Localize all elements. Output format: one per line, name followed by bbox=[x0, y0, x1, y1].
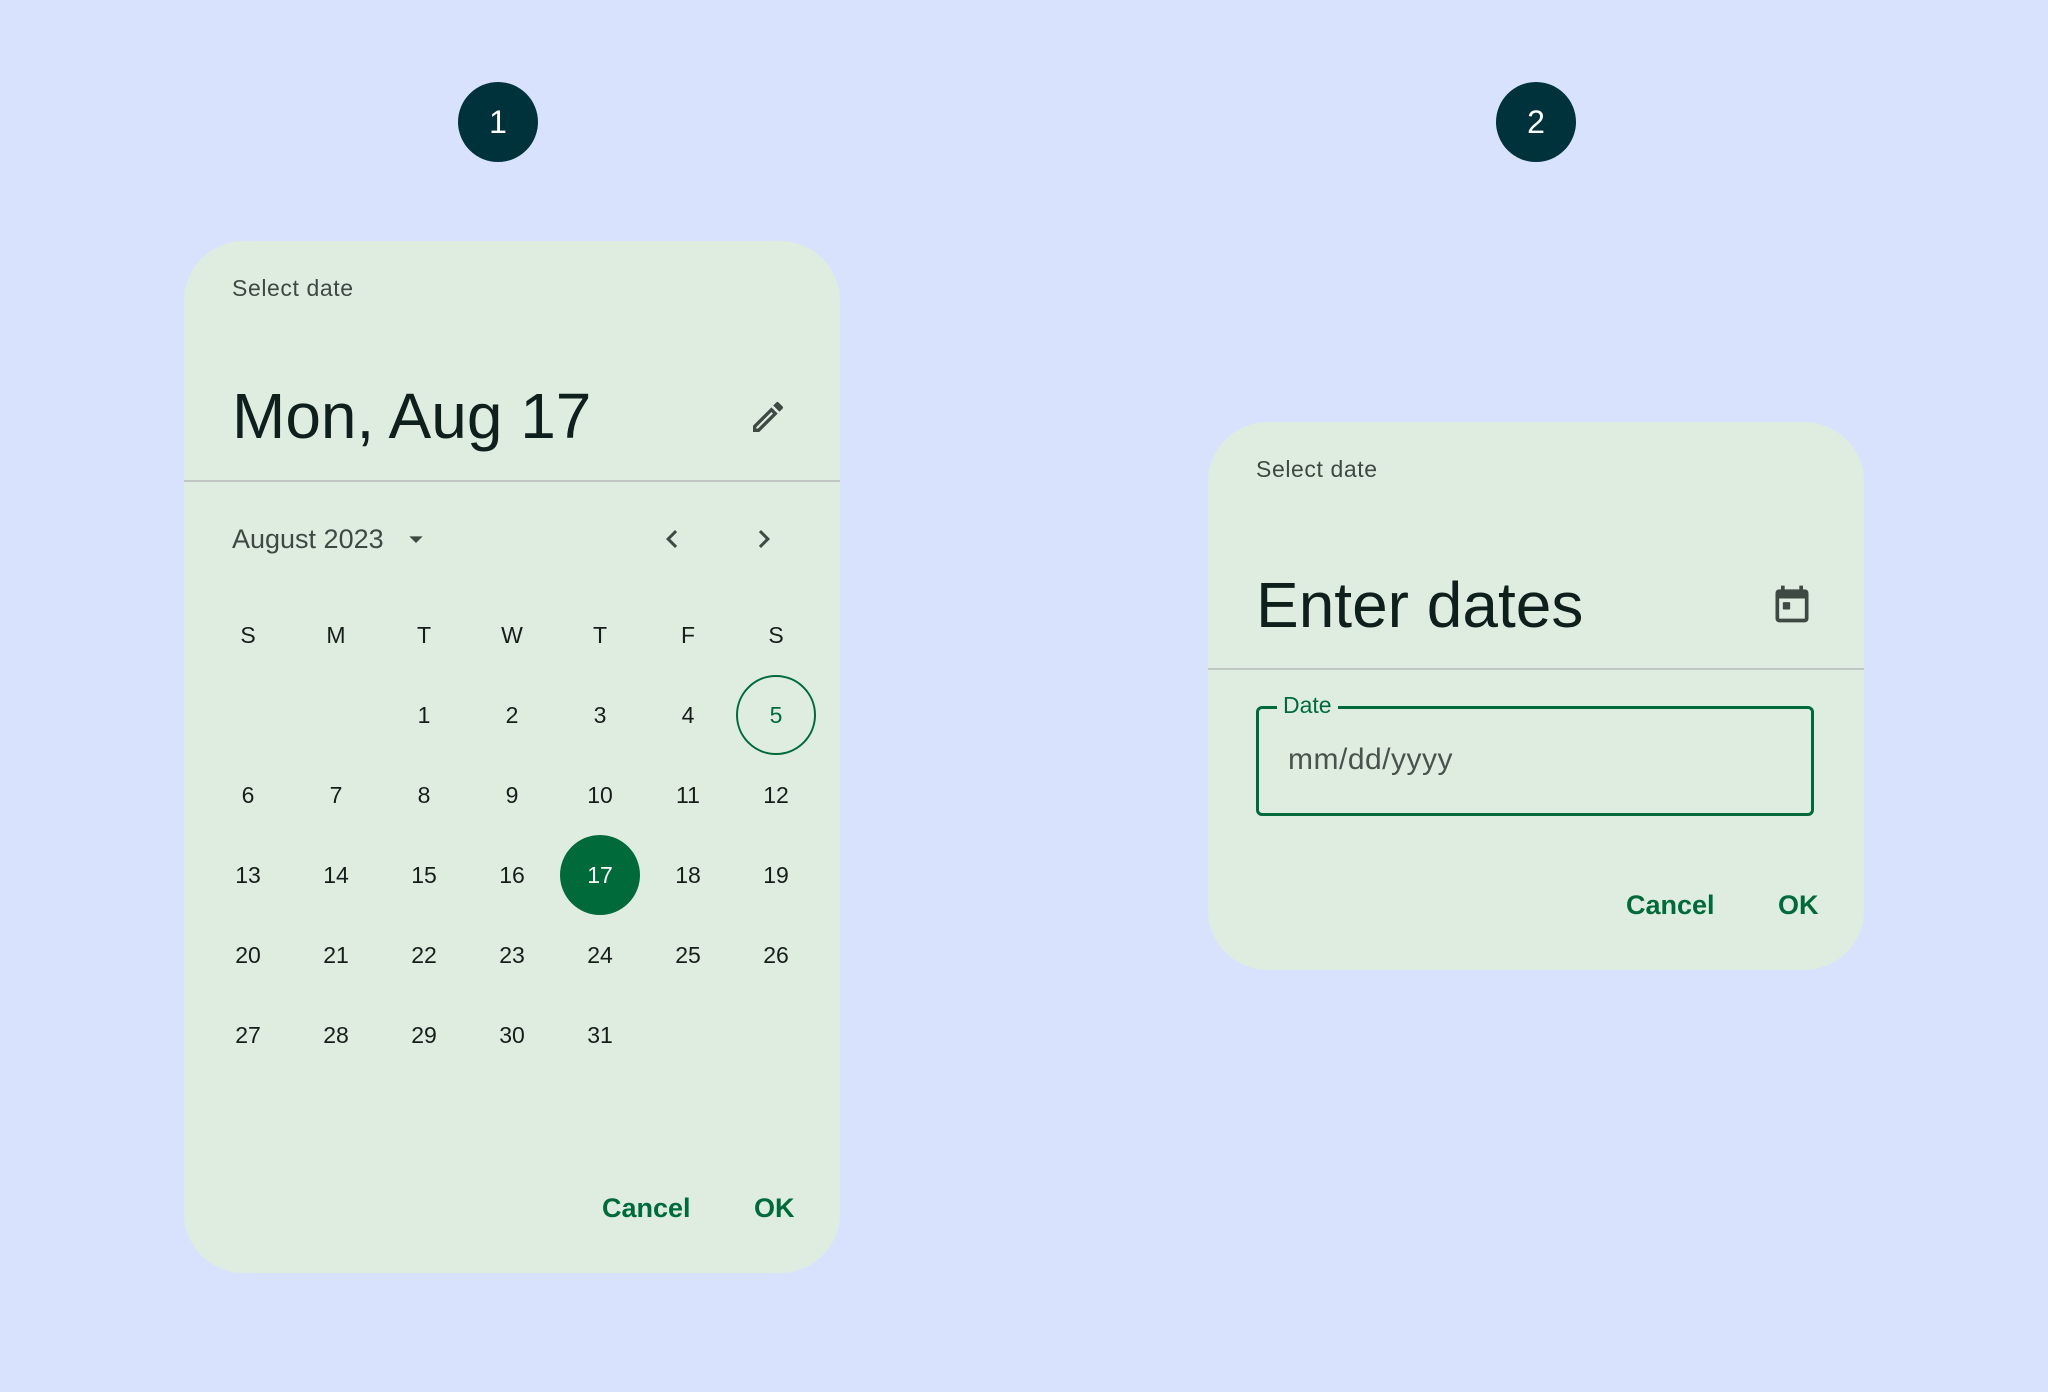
day-cell[interactable]: 29 bbox=[384, 995, 464, 1075]
calendar-icon bbox=[1775, 585, 1809, 623]
weekday-header: T bbox=[592, 621, 608, 648]
day-cell[interactable]: 14 bbox=[296, 835, 376, 915]
chevron-right-icon bbox=[758, 530, 770, 548]
ok-button[interactable]: OK bbox=[1778, 890, 1819, 921]
day-cell[interactable]: 7 bbox=[296, 755, 376, 835]
day-cell[interactable]: 3 bbox=[560, 675, 640, 755]
pencil-icon bbox=[753, 401, 784, 432]
date-field[interactable]: Date mm/dd/yyyy bbox=[1256, 692, 1814, 816]
edit-mode-button[interactable] bbox=[736, 385, 800, 449]
day-cell[interactable]: 28 bbox=[296, 995, 376, 1075]
weekday-header: S bbox=[768, 621, 784, 648]
dialog-title: Select date bbox=[232, 275, 354, 301]
day-cell[interactable]: 26 bbox=[736, 915, 816, 995]
day-cell-today[interactable]: 5 bbox=[736, 675, 816, 755]
weekday-header: M bbox=[326, 621, 346, 648]
cancel-button[interactable]: Cancel bbox=[602, 1193, 691, 1224]
step-badge-1-label: 1 bbox=[489, 103, 507, 140]
header-divider bbox=[184, 480, 840, 482]
cancel-button[interactable]: Cancel bbox=[1626, 890, 1715, 921]
chevron-left-icon bbox=[666, 530, 678, 548]
day-cell[interactable]: 1 bbox=[384, 675, 464, 755]
dialog-title: Select date bbox=[1256, 456, 1378, 482]
month-year-dropdown[interactable]: August 2023 bbox=[232, 519, 432, 559]
day-cell[interactable]: 13 bbox=[208, 835, 288, 915]
day-cell[interactable]: 16 bbox=[472, 835, 552, 915]
day-cell[interactable]: 2 bbox=[472, 675, 552, 755]
day-cell[interactable]: 31 bbox=[560, 995, 640, 1075]
day-cell[interactable]: 4 bbox=[648, 675, 728, 755]
day-cell[interactable]: 22 bbox=[384, 915, 464, 995]
day-cell[interactable]: 11 bbox=[648, 755, 728, 835]
day-cell[interactable]: 21 bbox=[296, 915, 376, 995]
day-cell[interactable]: 15 bbox=[384, 835, 464, 915]
month-year-label: August 2023 bbox=[232, 523, 384, 554]
calendar-mode-button[interactable] bbox=[1760, 572, 1824, 636]
day-cell[interactable]: 19 bbox=[736, 835, 816, 915]
weekday-header: S bbox=[240, 621, 256, 648]
next-month-button[interactable] bbox=[740, 515, 788, 563]
step-badge-2-label: 2 bbox=[1527, 103, 1545, 140]
header-divider bbox=[1208, 668, 1864, 670]
dropdown-arrow-icon bbox=[408, 536, 423, 543]
day-cell[interactable]: 8 bbox=[384, 755, 464, 835]
weekday-header: F bbox=[680, 621, 696, 648]
date-picker-dialog-input: Select date Enter dates Date mm/dd/yyyy … bbox=[1208, 422, 1864, 970]
day-cell[interactable]: 25 bbox=[648, 915, 728, 995]
previous-month-button[interactable] bbox=[648, 515, 696, 563]
day-cell[interactable]: 23 bbox=[472, 915, 552, 995]
day-cell[interactable]: 18 bbox=[648, 835, 728, 915]
day-cell[interactable]: 27 bbox=[208, 995, 288, 1075]
day-cell[interactable]: 20 bbox=[208, 915, 288, 995]
day-cell[interactable]: 9 bbox=[472, 755, 552, 835]
day-cell[interactable]: 10 bbox=[560, 755, 640, 835]
ok-button[interactable]: OK bbox=[754, 1193, 795, 1224]
day-cell[interactable]: 6 bbox=[208, 755, 288, 835]
date-input[interactable]: mm/dd/yyyy bbox=[1288, 743, 1453, 777]
day-cell[interactable]: 12 bbox=[736, 755, 816, 835]
day-cell[interactable]: 24 bbox=[560, 915, 640, 995]
calendar-grid: S M T W T F S 1 2 3 4 5 6 7 8 9 10 11 12 13 14 15 16 17 18 19 20 21… bbox=[208, 595, 816, 1075]
weekday-header: T bbox=[416, 621, 432, 648]
selected-date-headline: Mon, Aug 17 bbox=[232, 380, 592, 452]
date-picker-dialog-calendar: Select date Mon, Aug 17 August 2023 S M T W… bbox=[184, 241, 840, 1273]
weekday-header: W bbox=[501, 621, 523, 648]
step-badge-2: 2 bbox=[1496, 82, 1576, 162]
date-field-label: Date bbox=[1277, 692, 1338, 719]
day-cell[interactable]: 30 bbox=[472, 995, 552, 1075]
step-badge-1: 1 bbox=[458, 82, 538, 162]
day-cell-selected[interactable]: 17 bbox=[560, 835, 640, 915]
input-mode-headline: Enter dates bbox=[1256, 569, 1584, 641]
